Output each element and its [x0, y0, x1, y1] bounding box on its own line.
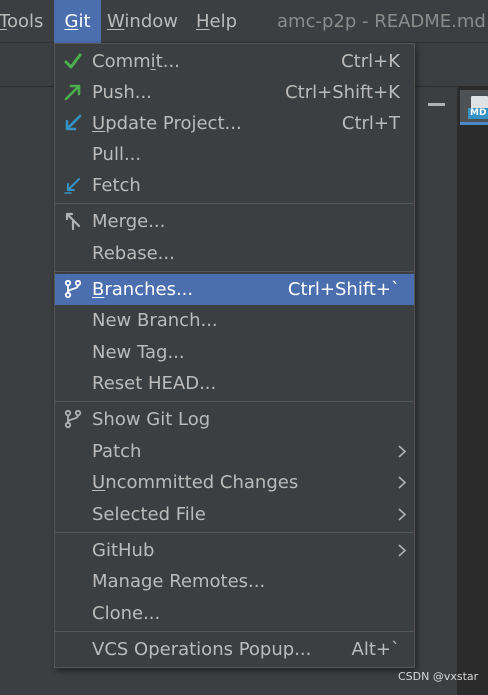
menu-item-label: Update Project... — [92, 113, 242, 134]
editor-pane[interactable] — [457, 87, 488, 695]
menu-item-merge[interactable]: Merge... — [55, 206, 414, 237]
shortcut-label: Alt+` — [351, 639, 400, 660]
menu-item-label: Clone... — [92, 603, 161, 624]
git-menu: Commit... Ctrl+K Push... Ctrl+Shift+K Up… — [54, 43, 415, 668]
menu-item-label: Merge... — [92, 211, 166, 232]
shortcut-label: Ctrl+T — [341, 113, 400, 134]
menu-item-manage-remotes[interactable]: Manage Remotes... — [55, 566, 414, 597]
shortcut-label: Ctrl+Shift+` — [287, 279, 400, 300]
menu-item-label: Fetch — [92, 175, 141, 196]
menu-separator — [55, 401, 414, 402]
menu-item-label: Rebase... — [92, 243, 175, 264]
chevron-right-icon — [396, 476, 408, 489]
menu-separator — [55, 532, 414, 533]
menu-item-selected-file[interactable]: Selected File — [55, 499, 414, 530]
menu-item-new-tag[interactable]: New Tag... — [55, 337, 414, 368]
menu-item-pull[interactable]: Pull... — [55, 139, 414, 170]
chevron-right-icon — [396, 445, 408, 458]
menu-item-label: Uncommitted Changes — [92, 472, 299, 493]
menu-item-uncommitted-changes[interactable]: Uncommitted Changes — [55, 467, 414, 498]
menu-git[interactable]: Git — [54, 0, 101, 43]
branch-icon — [63, 279, 83, 299]
menu-item-vcs-operations-popup[interactable]: VCS Operations Popup... Alt+` — [55, 634, 414, 665]
menu-item-label: Patch — [92, 441, 142, 462]
menu-item-label: Manage Remotes... — [92, 571, 266, 592]
menu-tools-label: Tools — [0, 11, 44, 32]
menu-item-label: Commit... — [92, 51, 180, 72]
menu-separator — [55, 631, 414, 632]
menu-git-label: Git — [64, 11, 91, 32]
menu-item-new-branch[interactable]: New Branch... — [55, 305, 414, 336]
menu-item-label: VCS Operations Popup... — [92, 639, 312, 660]
minimize-icon[interactable] — [428, 103, 445, 106]
window-title: amc-p2p - README.md — [277, 11, 486, 32]
menu-item-rebase[interactable]: Rebase... — [55, 238, 414, 269]
push-arrow-icon — [63, 82, 83, 102]
checkmark-icon — [63, 51, 83, 71]
menu-item-push[interactable]: Push... Ctrl+Shift+K — [55, 77, 414, 108]
menu-item-github[interactable]: GitHub — [55, 535, 414, 566]
menu-item-label: Reset HEAD... — [92, 373, 217, 394]
fetch-icon — [63, 175, 83, 195]
menu-separator — [55, 203, 414, 204]
menu-separator — [55, 271, 414, 272]
menu-bar: Tools Git Window Help amc-p2p - README.m… — [0, 0, 488, 43]
chevron-right-icon — [396, 508, 408, 521]
update-arrow-icon — [63, 113, 83, 133]
watermark: CSDN @vxstar — [398, 670, 479, 683]
menu-window-label: Window — [107, 11, 178, 32]
menu-item-fetch[interactable]: Fetch — [55, 170, 414, 201]
menu-help[interactable]: Help — [196, 0, 237, 43]
merge-icon — [63, 211, 83, 231]
menu-item-update-project[interactable]: Update Project... Ctrl+T — [55, 108, 414, 139]
menu-item-label: New Branch... — [92, 310, 218, 331]
menu-item-clone[interactable]: Clone... — [55, 598, 414, 629]
menu-item-label: Push... — [92, 82, 152, 103]
chevron-right-icon — [396, 544, 408, 557]
git-log-icon — [63, 409, 83, 429]
menu-item-show-git-log[interactable]: Show Git Log — [55, 404, 414, 435]
markdown-badge: MD — [468, 108, 488, 119]
menu-item-patch[interactable]: Patch — [55, 436, 414, 467]
menu-item-commit[interactable]: Commit... Ctrl+K — [55, 46, 414, 77]
menu-item-branches[interactable]: Branches... Ctrl+Shift+` — [55, 274, 414, 305]
menu-item-label: New Tag... — [92, 342, 185, 363]
menu-item-label: Show Git Log — [92, 409, 211, 430]
menu-item-label: Branches... — [92, 279, 194, 300]
menu-item-label: Selected File — [92, 504, 206, 525]
menu-tools[interactable]: Tools — [0, 0, 43, 43]
menu-help-label: Help — [196, 11, 238, 32]
shortcut-label: Ctrl+K — [341, 51, 400, 72]
menu-item-reset-head[interactable]: Reset HEAD... — [55, 368, 414, 399]
menu-window[interactable]: Window — [107, 0, 178, 43]
menu-item-label: GitHub — [92, 540, 155, 561]
menu-item-label: Pull... — [92, 144, 142, 165]
shortcut-label: Ctrl+Shift+K — [285, 82, 400, 103]
